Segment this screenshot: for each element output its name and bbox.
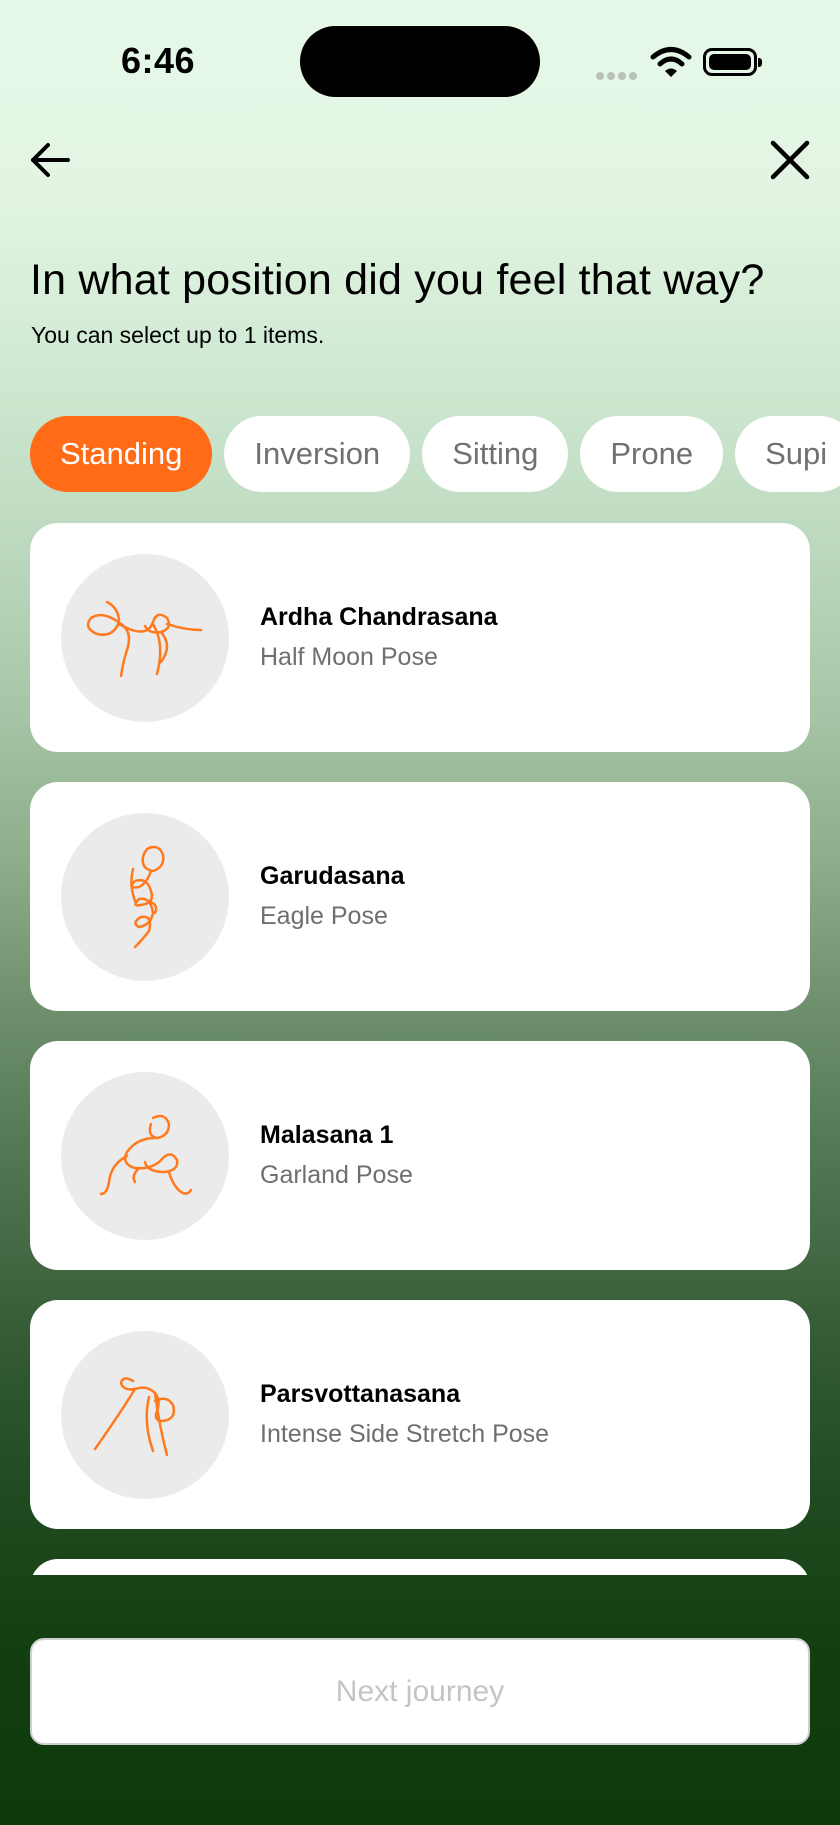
close-icon [770,140,810,180]
pose-card-parsvottanasana[interactable]: Parsvottanasana Intense Side Stretch Pos… [30,1300,810,1529]
pose-english-name: Half Moon Pose [260,643,438,671]
eagle-pose-icon [130,845,165,949]
category-tabs: Standing Inversion Sitting Prone Supi [30,416,840,494]
pose-card-partial[interactable] [30,1559,810,1575]
tab-standing[interactable]: Standing [30,416,213,492]
pose-english-name: Garland Pose [260,1161,413,1189]
pose-thumbnail [61,1072,229,1240]
intense-side-stretch-pose-icon [93,1377,176,1457]
tab-inversion[interactable]: Inversion [224,416,411,492]
status-bar: 6:46 [0,0,840,120]
pose-sanskrit-name: Ardha Chandrasana [260,603,498,631]
pose-card-ardha-chandrasana[interactable]: Ardha Chandrasana Half Moon Pose [30,523,810,752]
pose-card-garudasana[interactable]: Garudasana Eagle Pose [30,782,810,1011]
signal-icon [596,67,640,85]
pose-list: Ardha Chandrasana Half Moon Pose Garudas… [30,523,810,1575]
pose-sanskrit-name: Malasana 1 [260,1121,394,1149]
question-title: In what position did you feel that way? [30,256,765,304]
tab-supine[interactable]: Supi [735,416,840,492]
tab-prone[interactable]: Prone [580,416,724,492]
pose-thumbnail [61,554,229,722]
arrow-left-icon [31,143,70,177]
question-subtitle: You can select up to 1 items. [31,322,325,348]
wifi-icon [650,47,692,77]
battery-icon [703,48,762,76]
dynamic-island [300,26,540,97]
next-journey-button[interactable]: Next journey [30,1638,810,1745]
pose-sanskrit-name: Parsvottanasana [260,1380,461,1408]
pose-english-name: Intense Side Stretch Pose [260,1420,550,1448]
pose-sanskrit-name: Garudasana [260,862,405,890]
garland-pose-icon [99,1114,193,1196]
pose-thumbnail [61,1331,229,1499]
status-time: 6:46 [121,40,196,81]
close-button[interactable] [768,138,812,182]
pose-thumbnail [61,813,229,981]
tab-sitting[interactable]: Sitting [422,416,569,492]
half-moon-pose-icon [86,600,203,678]
pose-english-name: Eagle Pose [260,902,388,930]
back-button[interactable] [28,138,72,182]
pose-card-malasana-1[interactable]: Malasana 1 Garland Pose [30,1041,810,1270]
